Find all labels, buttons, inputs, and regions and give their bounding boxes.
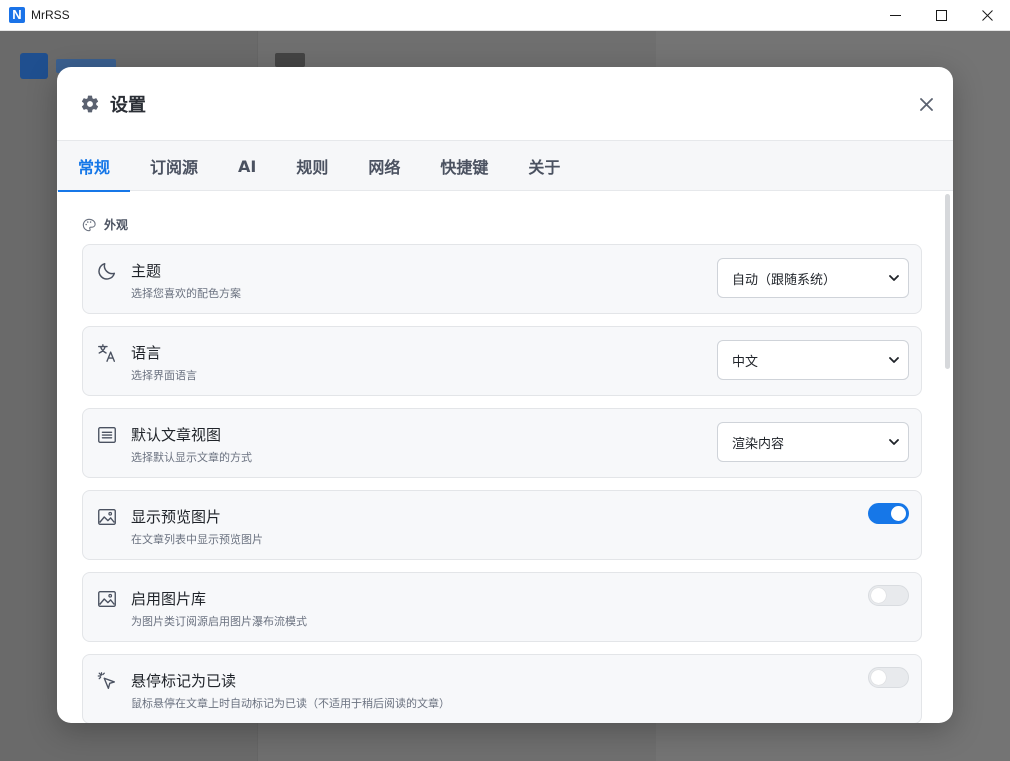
setting-theme: 主题 选择您喜欢的配色方案 自动（跟随系统） [82,244,922,314]
background-logo-icon [20,53,48,79]
app-logo-icon: N [9,7,25,23]
setting-description: 在文章列表中显示预览图片 [131,533,263,546]
setting-label: 悬停标记为已读 [131,672,237,690]
tab-ai[interactable]: AI [218,141,276,191]
setting-article-view: 默认文章视图 选择默认显示文章的方式 渲染内容 [82,408,922,478]
close-window-button[interactable] [964,0,1010,31]
setting-label: 语言 [131,344,162,362]
tab-shortcuts[interactable]: 快捷键 [420,141,508,191]
section-title-appearance: 外观 [82,216,128,233]
minimize-icon [889,15,901,16]
cursor-click-icon [97,672,116,690]
setting-preview-images: 显示预览图片 在文章列表中显示预览图片 [82,490,922,560]
select-value: 渲染内容 [732,436,785,452]
image-icon [98,590,116,608]
close-modal-button[interactable] [917,95,935,113]
translate-icon [98,344,116,362]
palette-icon [82,218,96,231]
modal-title: 设置 [110,94,146,116]
chevron-down-icon [889,439,899,445]
settings-modal: 设置 常规 订阅源 AI 规则 网络 快捷键 关于 外观 主题 选择您喜欢的配色… [57,67,953,723]
gear-icon [81,95,99,112]
theme-select[interactable]: 自动（跟随系统） [717,258,909,298]
window-title: MrRSS [31,8,70,22]
setting-description: 选择界面语言 [131,369,197,382]
modal-header: 设置 [57,67,953,141]
close-window-icon [981,10,993,21]
minimize-button[interactable] [872,0,918,31]
settings-content: 外观 主题 选择您喜欢的配色方案 自动（跟随系统） 语言 选择界面语言 中文 默… [57,192,953,723]
setting-image-gallery: 启用图片库 为图片类订阅源启用图片瀑布流模式 [82,572,922,642]
setting-description: 选择您喜欢的配色方案 [131,287,241,300]
tab-network[interactable]: 网络 [348,141,420,191]
article-view-select[interactable]: 渲染内容 [717,422,909,462]
toggle-knob [891,506,906,521]
settings-tabs: 常规 订阅源 AI 规则 网络 快捷键 关于 [57,141,953,192]
language-select[interactable]: 中文 [717,340,909,380]
chevron-down-icon [889,357,899,363]
toggle-knob [871,588,886,603]
preview-images-toggle[interactable] [868,503,909,524]
toggle-knob [871,670,886,685]
setting-description: 鼠标悬停在文章上时自动标记为已读（不适用于稍后阅读的文章） [131,697,450,710]
image-icon [98,508,116,526]
setting-label: 显示预览图片 [131,508,222,526]
settings-scrollbar[interactable] [945,194,950,369]
background-heading [275,53,305,67]
window-titlebar: N MrRSS [0,0,1010,31]
tab-feeds[interactable]: 订阅源 [130,141,218,191]
setting-label: 默认文章视图 [131,426,222,444]
setting-hover-mark-read: 悬停标记为已读 鼠标悬停在文章上时自动标记为已读（不适用于稍后阅读的文章） [82,654,922,723]
setting-description: 选择默认显示文章的方式 [131,451,252,464]
moon-icon [98,262,116,280]
setting-label: 主题 [131,262,162,280]
hover-mark-read-toggle[interactable] [868,667,909,688]
setting-label: 启用图片库 [131,590,207,608]
article-icon [98,426,116,444]
tab-rules[interactable]: 规则 [276,141,348,191]
chevron-down-icon [889,275,899,281]
setting-description: 为图片类订阅源启用图片瀑布流模式 [131,615,307,628]
tab-general[interactable]: 常规 [58,141,131,192]
maximize-icon [935,10,947,21]
tab-about[interactable]: 关于 [508,141,580,191]
setting-language: 语言 选择界面语言 中文 [82,326,922,396]
window-controls [872,0,1010,31]
maximize-button[interactable] [918,0,964,31]
image-gallery-toggle[interactable] [868,585,909,606]
section-title-label: 外观 [104,218,129,232]
close-icon [919,97,933,111]
select-value: 自动（跟随系统） [732,272,837,288]
select-value: 中文 [732,354,759,370]
